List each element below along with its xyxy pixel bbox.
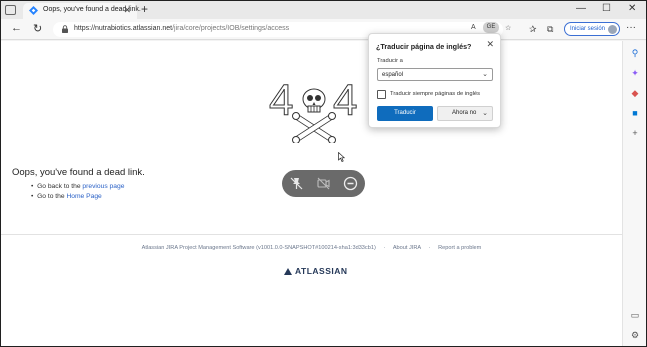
list-item: • Go to the Home Page: [31, 193, 102, 200]
stop-icon[interactable]: [343, 176, 358, 191]
not-now-button[interactable]: Ahora no ⌄: [437, 106, 493, 121]
screen-frame: Oops, you've found a dead link. ✕ + — ☐ …: [0, 0, 647, 347]
add-sidebar-app-icon[interactable]: +: [629, 127, 641, 139]
copilot-icon[interactable]: ✦: [629, 67, 641, 79]
edge-sidebar: ⚲ ✦ ◆ ■ + ▭ ⚙: [622, 41, 646, 346]
browser-window: Oops, you've found a dead link. ✕ + — ☐ …: [1, 1, 646, 346]
address-url: https://nutrabiotics.atlassian.net/jira/…: [74, 25, 290, 32]
close-window-button[interactable]: ✕: [628, 3, 636, 14]
read-aloud-icon[interactable]: A: [471, 24, 476, 31]
code-right: 4: [333, 79, 357, 125]
favorite-star-icon[interactable]: ☆: [505, 24, 511, 32]
media-controls-overlay: [282, 170, 365, 197]
translate-button[interactable]: Traducir: [377, 106, 433, 121]
translate-popup-title: ¿Traducir página de inglés?: [376, 42, 472, 51]
report-problem-link[interactable]: Report a problem: [438, 245, 481, 251]
page-heading: Oops, you've found a dead link.: [12, 167, 145, 178]
settings-gear-icon[interactable]: ⚙: [629, 329, 641, 341]
tools-icon[interactable]: ◆: [629, 87, 641, 99]
unpin-icon[interactable]: [289, 176, 304, 191]
tab-strip: Oops, you've found a dead link. ✕ + — ☐ …: [1, 1, 646, 19]
chevron-down-icon[interactable]: ⌄: [482, 109, 488, 117]
sidebar-panel-icon[interactable]: ▭: [629, 309, 641, 321]
window-menu-icon[interactable]: [5, 5, 16, 15]
lock-icon[interactable]: [61, 25, 69, 33]
atlassian-brand-text: ATLASSIAN: [295, 266, 348, 276]
camera-off-icon[interactable]: [316, 176, 331, 191]
home-page-link[interactable]: Home Page: [66, 193, 101, 200]
search-icon[interactable]: ⚲: [629, 47, 641, 59]
refresh-icon[interactable]: ↻: [33, 22, 42, 35]
atlassian-logo-icon: [284, 268, 292, 275]
not-now-label: Ahora no: [452, 110, 477, 116]
more-icon[interactable]: ···: [626, 22, 636, 33]
footer-divider: [1, 234, 622, 235]
language-select-value: español: [382, 72, 404, 78]
page-content: 4 4 Oops, you've found a dead link. • Go…: [1, 41, 622, 346]
page-footer: Atlassian JIRA Project Management Softwa…: [1, 245, 622, 251]
sign-in-button[interactable]: Iniciar sesión: [564, 22, 620, 36]
footer-separator: ·: [428, 245, 431, 251]
chevron-down-icon: ⌄: [482, 71, 488, 78]
outlook-icon[interactable]: ■: [629, 107, 641, 119]
favorites-icon[interactable]: ✰: [529, 24, 537, 35]
browser-toolbar: ← ↻ https://nutrabiotics.atlassian.net/j…: [1, 19, 646, 40]
translate-icon[interactable]: GE: [483, 22, 499, 33]
back-icon[interactable]: ←: [11, 22, 22, 34]
mouse-cursor-icon: [338, 152, 345, 162]
jira-favicon-icon: [29, 6, 38, 15]
error-404-skull-graphic: 4 4: [269, 79, 358, 143]
previous-page-link[interactable]: previous page: [82, 183, 124, 190]
collections-icon[interactable]: ⧉: [547, 24, 553, 35]
footer-separator: ·: [383, 245, 386, 251]
minimize-button[interactable]: —: [576, 3, 586, 14]
help-links: • Go back to the previous page • Go to t…: [31, 183, 124, 203]
new-tab-button[interactable]: +: [141, 2, 148, 16]
always-translate-label: Traducir siempre páginas de inglés: [390, 91, 481, 97]
footer-version-text: Atlassian JIRA Project Management Softwa…: [141, 245, 376, 251]
about-jira-link[interactable]: About JIRA: [393, 245, 421, 251]
translate-to-label: Traducir a: [377, 58, 403, 64]
avatar-icon: [608, 25, 617, 34]
atlassian-logo[interactable]: ATLASSIAN: [284, 266, 348, 276]
maximize-button[interactable]: ☐: [602, 3, 611, 14]
translate-popup-close-icon[interactable]: ✕: [486, 39, 494, 50]
tab-close-icon[interactable]: ✕: [123, 5, 131, 16]
always-translate-checkbox[interactable]: [377, 90, 386, 99]
language-select[interactable]: español ⌄: [377, 68, 493, 81]
sign-in-label: Iniciar sesión: [570, 26, 606, 32]
list-item: • Go back to the previous page: [31, 183, 125, 190]
translate-popup: ¿Traducir página de inglés? ✕ Traducir a…: [368, 33, 501, 128]
code-left: 4: [269, 79, 293, 125]
tab-active[interactable]: Oops, you've found a dead link. ✕: [23, 3, 141, 19]
